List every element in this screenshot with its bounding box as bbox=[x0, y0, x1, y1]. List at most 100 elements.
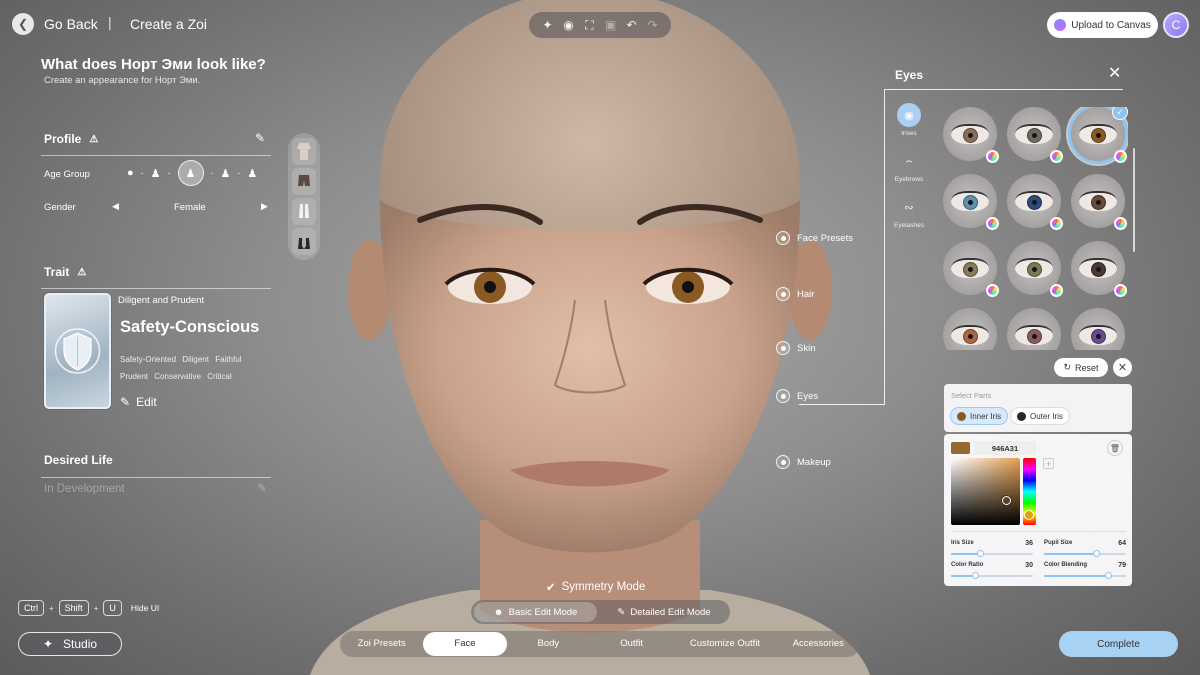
slider-color-blending[interactable]: Color Blending 79 bbox=[1044, 560, 1126, 579]
slider-track[interactable] bbox=[1044, 550, 1126, 557]
slider-knob[interactable] bbox=[1105, 572, 1113, 579]
socks-outfit-thumb[interactable] bbox=[292, 198, 316, 226]
hue-knob[interactable] bbox=[1024, 510, 1034, 520]
tab-zoi-presets[interactable]: Zoi Presets bbox=[340, 632, 423, 656]
iris-preset[interactable] bbox=[1071, 174, 1127, 230]
go-back-label: Go Back bbox=[44, 16, 98, 32]
slider-knob[interactable] bbox=[972, 572, 980, 579]
region-makeup[interactable]: Makeup bbox=[776, 455, 831, 469]
studio-button[interactable]: ✦ Studio bbox=[18, 632, 122, 656]
tab-irises[interactable]: ◉ Irises bbox=[889, 103, 929, 137]
close-icon[interactable]: ✕ bbox=[1113, 358, 1132, 377]
color-wheel-icon[interactable] bbox=[986, 284, 999, 297]
age-child-icon[interactable]: ♟ bbox=[151, 167, 161, 180]
inner-iris-chip[interactable]: Inner Iris bbox=[950, 407, 1009, 425]
iris-preset[interactable] bbox=[1007, 308, 1061, 350]
tab-body[interactable]: Body bbox=[507, 632, 590, 656]
complete-button[interactable]: Complete bbox=[1059, 631, 1178, 657]
shoes-outfit-thumb[interactable] bbox=[292, 228, 316, 256]
undo-icon[interactable]: ↶ bbox=[624, 18, 640, 32]
focus-icon[interactable]: ⛶ bbox=[582, 18, 598, 33]
slider-iris-size[interactable]: Iris Size 36 bbox=[951, 538, 1033, 557]
region-eyes[interactable]: Eyes bbox=[776, 389, 818, 403]
saturation-value-picker[interactable] bbox=[951, 458, 1020, 525]
close-icon[interactable]: ✕ bbox=[1108, 63, 1121, 83]
iris-preset[interactable] bbox=[1007, 174, 1063, 230]
tab-label: Eyelashes bbox=[894, 222, 924, 229]
color-wheel-icon[interactable] bbox=[1050, 150, 1063, 163]
slider-knob[interactable] bbox=[1092, 550, 1100, 557]
separator: - bbox=[210, 168, 214, 178]
symmetry-mode-toggle[interactable]: ✔ Symmetry Mode bbox=[546, 580, 645, 594]
slider-track[interactable] bbox=[1044, 572, 1126, 579]
sparkle-icon[interactable]: ✦ bbox=[540, 18, 556, 32]
color-wheel-icon[interactable] bbox=[1114, 150, 1127, 163]
color-wheel-icon[interactable] bbox=[986, 150, 999, 163]
iris-preset[interactable]: ✓ bbox=[1071, 107, 1128, 163]
plus-sign: + bbox=[93, 603, 99, 613]
reset-button[interactable]: ↻ Reset bbox=[1054, 358, 1108, 377]
iris-preset[interactable] bbox=[1071, 241, 1127, 297]
color-wheel-icon[interactable] bbox=[986, 217, 999, 230]
slider-label: Pupil Size bbox=[1044, 540, 1073, 546]
upload-to-canvas-button[interactable]: Upload to Canvas bbox=[1047, 12, 1158, 38]
tab-face[interactable]: Face bbox=[423, 632, 507, 656]
color-cursor[interactable] bbox=[1002, 496, 1011, 505]
warning-icon: ⚠ bbox=[89, 133, 99, 145]
color-wheel-icon[interactable] bbox=[1050, 217, 1063, 230]
color-wheel-icon[interactable] bbox=[1114, 217, 1127, 230]
tab-eyebrows[interactable]: ⌢ Eyebrows bbox=[889, 149, 929, 184]
tab-accessories[interactable]: Accessories bbox=[777, 632, 860, 656]
camera-icon[interactable]: ◉ bbox=[561, 18, 577, 32]
top-outfit-thumb[interactable] bbox=[292, 137, 316, 165]
color-wheel-icon[interactable] bbox=[1114, 284, 1127, 297]
slider-track[interactable] bbox=[951, 550, 1033, 557]
trash-icon[interactable]: 🗑 bbox=[1107, 440, 1123, 456]
add-swatch-icon[interactable]: + bbox=[1043, 458, 1054, 469]
redo-icon[interactable]: ↷ bbox=[645, 18, 661, 32]
hex-input[interactable]: 946A31 bbox=[974, 441, 1036, 455]
slider-knob[interactable] bbox=[977, 550, 985, 557]
eye-preview bbox=[1079, 258, 1117, 278]
iris-preset[interactable] bbox=[943, 174, 999, 230]
slider-pupil-size[interactable]: Pupil Size 64 bbox=[1044, 538, 1126, 557]
age-infant-icon[interactable]: ● bbox=[127, 167, 134, 179]
region-skin[interactable]: Skin bbox=[776, 341, 815, 355]
bottom-outfit-thumb[interactable] bbox=[292, 167, 316, 195]
age-adult-icon[interactable]: ♟ bbox=[177, 160, 204, 186]
iris-preset[interactable] bbox=[943, 241, 999, 297]
scrollbar[interactable] bbox=[1133, 148, 1135, 252]
region-label: Hair bbox=[797, 288, 815, 300]
tab-outfit[interactable]: Outfit bbox=[590, 632, 673, 656]
trait-tag: Critical bbox=[207, 372, 232, 381]
slider-color-ratio[interactable]: Color Ratio 30 bbox=[951, 560, 1033, 579]
crop-icon[interactable]: ▣ bbox=[603, 18, 619, 32]
trait-card[interactable] bbox=[44, 293, 111, 409]
edit-icon[interactable]: ✎ bbox=[255, 131, 265, 145]
region-hair[interactable]: Hair bbox=[776, 287, 814, 301]
detailed-edit-mode-button[interactable]: ✎ Detailed Edit Mode bbox=[601, 602, 727, 622]
trait-edit-button[interactable]: ✎ Edit bbox=[120, 395, 157, 409]
iris-preset[interactable] bbox=[1007, 241, 1063, 297]
outer-iris-chip[interactable]: Outer Iris bbox=[1010, 407, 1070, 425]
current-color-swatch bbox=[951, 442, 970, 454]
gender-prev-icon[interactable]: ◀ bbox=[112, 201, 119, 212]
tab-customize-outfit[interactable]: Customize Outfit bbox=[673, 632, 776, 656]
region-face-presets[interactable]: Face Presets bbox=[776, 231, 853, 245]
tab-eyelashes[interactable]: ∾ Eyelashes bbox=[889, 195, 929, 230]
age-senior-icon[interactable]: ♟ bbox=[221, 167, 231, 180]
go-back-button[interactable]: ❮ Go Back bbox=[12, 13, 98, 35]
iris-preset[interactable] bbox=[1071, 308, 1125, 350]
slider-fill bbox=[1044, 575, 1109, 577]
age-elder-icon[interactable]: ♟ bbox=[247, 167, 257, 180]
basic-edit-mode-button[interactable]: ☻ Basic Edit Mode bbox=[474, 602, 597, 622]
avatar[interactable]: C bbox=[1163, 12, 1189, 38]
iris-preset[interactable] bbox=[1007, 107, 1063, 163]
gender-next-icon[interactable]: ▶ bbox=[261, 201, 268, 212]
slider-track[interactable] bbox=[951, 572, 1033, 579]
separator: - bbox=[167, 168, 171, 178]
iris-preset[interactable] bbox=[943, 308, 997, 350]
slider-value: 64 bbox=[1118, 539, 1126, 547]
color-wheel-icon[interactable] bbox=[1050, 284, 1063, 297]
iris-preset[interactable] bbox=[943, 107, 999, 163]
